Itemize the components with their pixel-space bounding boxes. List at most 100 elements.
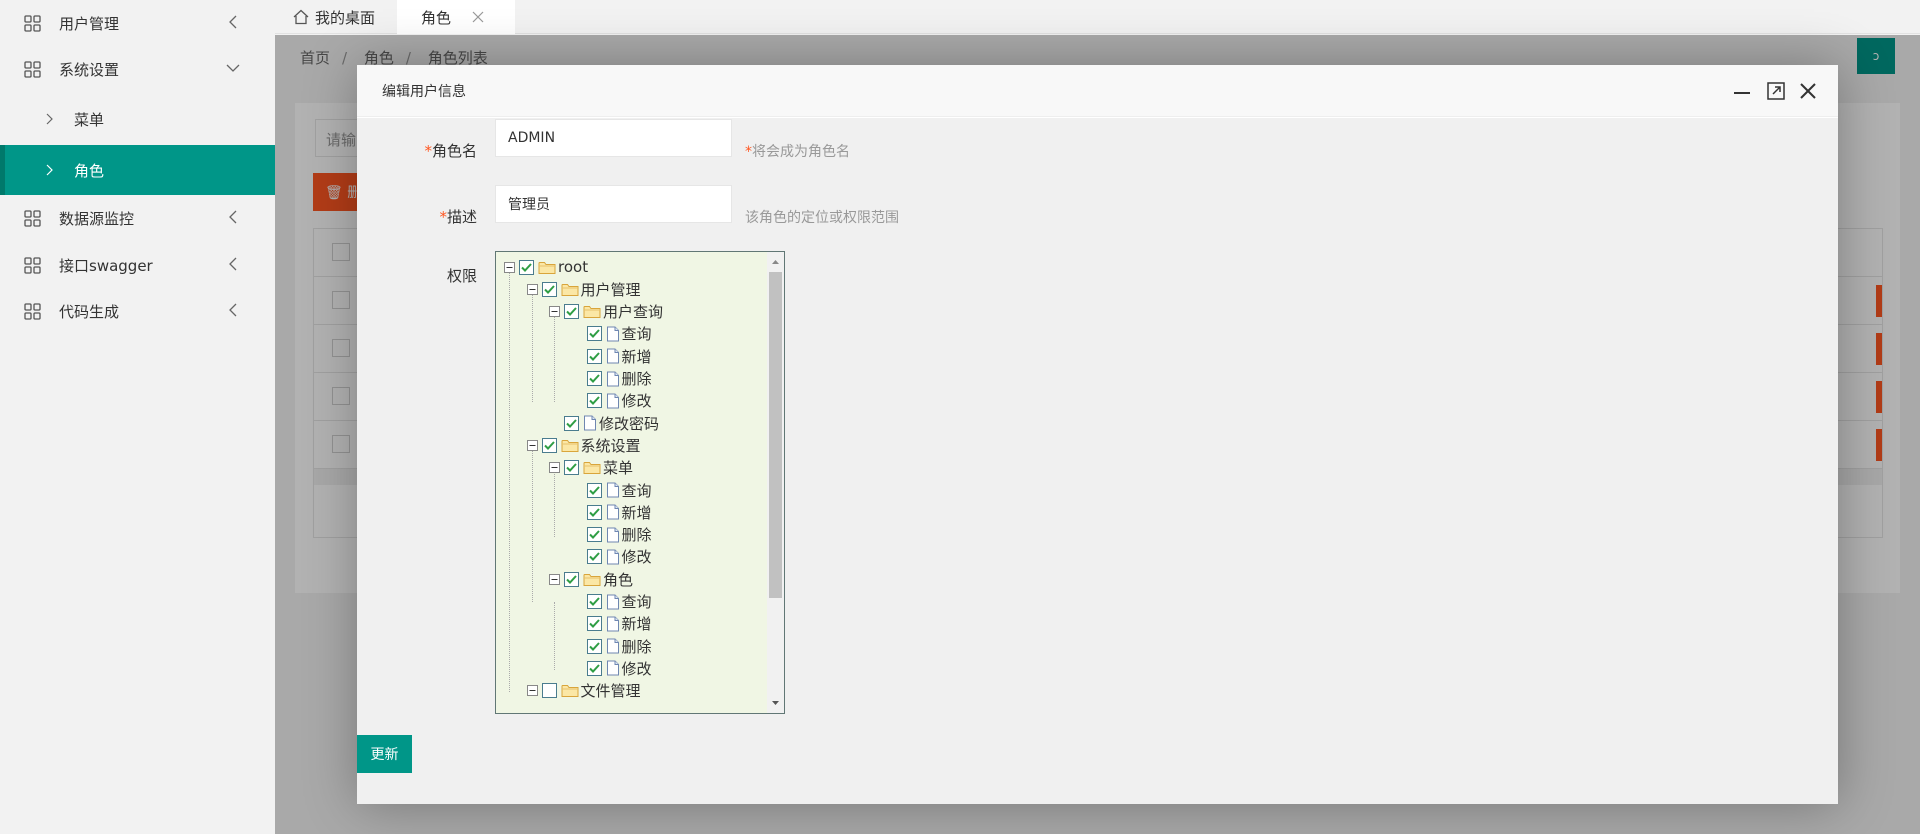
modal-header: 编辑用户信息 [357, 65, 1838, 117]
minimize-icon[interactable] [1732, 81, 1752, 101]
tree-node[interactable]: 修改 [586, 657, 652, 679]
checkbox-checked-icon[interactable] [541, 281, 557, 297]
tree-node[interactable]: 删除 [586, 368, 652, 390]
file-icon [606, 348, 619, 364]
tree-node[interactable]: 系统设置 [526, 434, 641, 456]
tree-node[interactable]: 菜单 [549, 457, 633, 479]
collapse-icon[interactable] [549, 462, 560, 474]
role-name-label-text: 角色名 [431, 142, 477, 160]
scroll-up-icon[interactable] [770, 257, 781, 267]
checkbox-checked-icon[interactable] [564, 304, 579, 320]
tree-node-label: 删除 [621, 637, 652, 656]
update-button[interactable]: 更新 [357, 735, 412, 773]
sidebar-item-datasource-monitor[interactable]: 数据源监控 [0, 195, 275, 241]
collapse-icon[interactable] [504, 261, 515, 273]
role-name-hint-text: 将会成为角色名 [752, 144, 850, 160]
close-icon[interactable] [1798, 81, 1818, 101]
tree-node[interactable]: 查询 [586, 591, 652, 613]
sidebar-item-menu[interactable]: 菜单 [0, 96, 275, 142]
file-icon [606, 504, 619, 520]
sidebar-item-label: 接口swagger [59, 256, 153, 275]
folder-icon [561, 439, 578, 452]
tree-node-label: root [558, 258, 589, 276]
checkbox-checked-icon[interactable] [586, 616, 602, 632]
checkbox-checked-icon[interactable] [519, 259, 534, 275]
checkbox-checked-icon[interactable] [586, 527, 602, 543]
checkbox-checked-icon[interactable] [586, 348, 602, 364]
role-name-input[interactable] [495, 119, 732, 157]
tree-node[interactable]: 用户查询 [549, 301, 663, 323]
checkbox-checked-icon[interactable] [564, 460, 579, 476]
checkbox-checked-icon[interactable] [586, 549, 602, 565]
description-label-text: 描述 [446, 208, 477, 226]
file-icon [606, 660, 619, 676]
checkbox-checked-icon[interactable] [564, 415, 579, 431]
tree-node-label: 用户查询 [603, 303, 664, 322]
scroll-down-icon[interactable] [770, 698, 781, 708]
collapse-icon[interactable] [549, 306, 560, 318]
checkbox-checked-icon[interactable] [586, 504, 602, 520]
file-icon [606, 594, 619, 609]
collapse-icon[interactable] [526, 439, 538, 451]
sidebar-item-role[interactable]: 角色 [0, 145, 275, 195]
tree-node[interactable]: 角色 [549, 568, 633, 590]
file-icon [606, 549, 619, 565]
checkbox-checked-icon[interactable] [586, 660, 602, 676]
checkbox-checked-icon[interactable] [586, 638, 602, 654]
chevron-right-icon [46, 113, 53, 125]
close-icon[interactable] [471, 10, 485, 24]
tab-label: 角色 [421, 8, 452, 27]
permission-tree[interactable]: root 用户管理 用户查询 查询 新增 删除 修改 修改密码 系统设置 菜单 查询 新增 删除 修改 角色… [495, 251, 785, 714]
file-icon [606, 393, 619, 409]
permissions-label: 权限 [446, 267, 477, 285]
checkbox-checked-icon[interactable] [586, 326, 602, 342]
sidebar-item-user-management[interactable]: 用户管理 [0, 0, 275, 46]
file-icon [606, 638, 619, 654]
required-mark: * [745, 144, 752, 160]
tree-node[interactable]: 修改密码 [564, 412, 659, 434]
checkbox-checked-icon[interactable] [586, 594, 602, 609]
tree-node[interactable]: 文件管理 [526, 680, 641, 702]
description-label: *描述 [357, 206, 477, 227]
tree-node[interactable]: 查询 [586, 323, 652, 345]
tree-guide-line [531, 292, 533, 402]
tree-node-label: 删除 [621, 526, 652, 545]
checkbox-checked-icon[interactable] [564, 571, 579, 587]
sidebar-item-system-settings[interactable]: 系统设置 [0, 46, 275, 92]
folder-icon [583, 306, 601, 319]
tree-node[interactable]: 修改 [586, 546, 652, 568]
tree-node-label: 查询 [621, 593, 652, 611]
tab-desktop[interactable]: 我的桌面 [293, 0, 375, 34]
checkbox-checked-icon[interactable] [586, 393, 602, 409]
collapse-icon[interactable] [526, 283, 538, 295]
collapse-icon[interactable] [526, 685, 538, 697]
tree-scrollbar[interactable] [767, 252, 784, 713]
sidebar-item-swagger[interactable]: 接口swagger [0, 242, 275, 288]
chevron-left-icon [229, 257, 237, 271]
tab-role[interactable]: 角色 [397, 0, 515, 34]
chevron-down-icon [226, 64, 240, 72]
tree-node[interactable]: 新增 [586, 345, 652, 367]
checkbox-checked-icon[interactable] [541, 437, 557, 453]
tree-node-label: 查询 [621, 325, 652, 344]
tree-node[interactable]: 查询 [586, 479, 652, 501]
tree-node[interactable]: 修改 [586, 390, 652, 412]
checkbox-unchecked-icon[interactable] [541, 683, 557, 699]
tree-node[interactable]: 新增 [586, 501, 652, 523]
tree-node[interactable]: root [504, 256, 588, 278]
description-input[interactable] [495, 185, 732, 223]
tree-node[interactable]: 删除 [586, 635, 652, 657]
sidebar-item-code-generation[interactable]: 代码生成 [0, 288, 275, 334]
tree-node[interactable]: 删除 [586, 524, 652, 546]
collapse-icon[interactable] [549, 573, 560, 585]
maximize-icon[interactable] [1766, 81, 1786, 101]
scroll-thumb[interactable] [769, 272, 782, 598]
edit-user-modal: 编辑用户信息 *角色名 *将会成为角色名 *描述 该角色的定位或权限范围 权限 … [357, 65, 1838, 804]
tree-node[interactable]: 新增 [586, 613, 652, 635]
checkbox-checked-icon[interactable] [586, 482, 602, 498]
tree-node[interactable]: 用户管理 [526, 278, 641, 300]
sidebar-item-label: 用户管理 [59, 14, 120, 33]
checkbox-checked-icon[interactable] [586, 371, 602, 386]
file-icon [606, 527, 619, 543]
sidebar-item-label: 数据源监控 [59, 209, 135, 228]
